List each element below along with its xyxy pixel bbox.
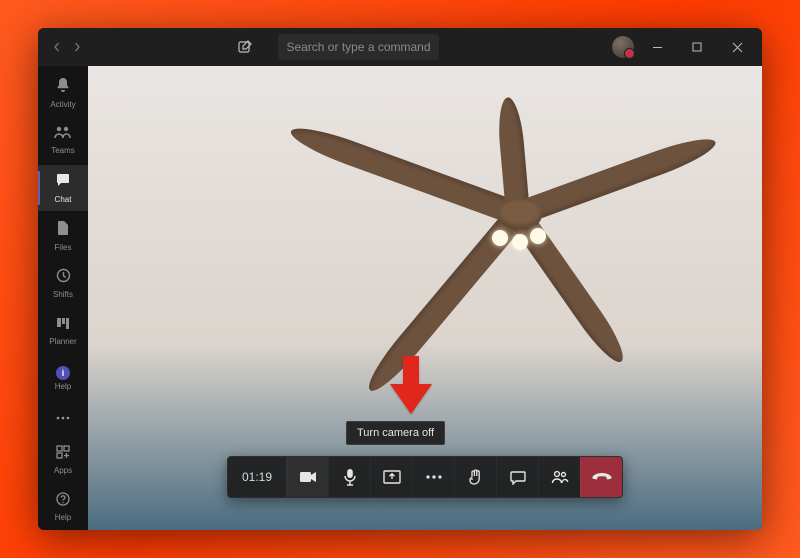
sidebar-item-label: Chat: [55, 196, 72, 204]
sidebar-item-label: Shifts: [53, 291, 73, 299]
call-video-area: Turn camera off 01:19: [88, 66, 762, 530]
search-input[interactable]: Search or type a command: [278, 34, 439, 60]
compose-icon[interactable]: [236, 38, 254, 56]
help-dot-icon: i: [56, 366, 70, 380]
participants-button[interactable]: [538, 457, 580, 497]
siderail: Activity Teams Chat Files: [38, 66, 88, 530]
more-actions-button[interactable]: [412, 457, 454, 497]
teams-people-icon: [54, 125, 72, 144]
maximize-button[interactable]: [680, 33, 714, 61]
people-icon: [551, 470, 569, 484]
mic-toggle-button[interactable]: [328, 457, 370, 497]
titlebar: Search or type a command: [38, 28, 762, 66]
hangup-button[interactable]: [580, 457, 622, 497]
teams-app-window: Search or type a command Activity: [38, 28, 762, 530]
sidebar-item-help-top[interactable]: i Help: [38, 355, 88, 401]
sidebar-item-label: Help: [55, 514, 71, 522]
sidebar-item-teams[interactable]: Teams: [38, 118, 88, 164]
sidebar-item-help-bottom[interactable]: Help: [38, 484, 88, 530]
sidebar-item-activity[interactable]: Activity: [38, 70, 88, 116]
share-screen-button[interactable]: [370, 457, 412, 497]
sidebar-item-label: Files: [55, 244, 72, 252]
tooltip-text: Turn camera off: [357, 427, 434, 439]
close-button[interactable]: [720, 33, 754, 61]
raise-hand-button[interactable]: [454, 457, 496, 497]
sidebar-item-label: Help: [55, 383, 71, 391]
sidebar-item-planner[interactable]: Planner: [38, 308, 88, 354]
minimize-button[interactable]: [640, 33, 674, 61]
sidebar-item-files[interactable]: Files: [38, 213, 88, 259]
sidebar-item-label: Activity: [50, 101, 75, 109]
camera-toggle-button[interactable]: [286, 457, 328, 497]
chat-icon: [510, 470, 526, 485]
sidebar-item-label: Apps: [54, 467, 72, 475]
hangup-icon: [592, 472, 612, 482]
sidebar-more-icon[interactable]: [38, 403, 88, 433]
forward-button[interactable]: [70, 40, 84, 54]
tooltip: Turn camera off: [346, 421, 445, 445]
avatar[interactable]: [612, 36, 634, 58]
chat-button[interactable]: [496, 457, 538, 497]
sidebar-item-label: Planner: [49, 338, 77, 346]
call-timer: 01:19: [228, 457, 286, 497]
more-icon: [426, 475, 442, 479]
sidebar-item-apps[interactable]: Apps: [38, 437, 88, 483]
app-body: Activity Teams Chat Files: [38, 66, 762, 530]
apps-icon: [56, 445, 70, 464]
back-button[interactable]: [50, 40, 64, 54]
mic-icon: [343, 468, 357, 486]
sidebar-item-label: Teams: [51, 147, 75, 155]
clock-icon: [56, 268, 71, 288]
bell-icon: [55, 77, 71, 98]
call-control-bar: 01:19: [227, 456, 623, 498]
planner-icon: [56, 316, 70, 335]
sidebar-item-shifts[interactable]: Shifts: [38, 260, 88, 306]
help-icon: [56, 492, 70, 511]
raise-hand-icon: [468, 469, 483, 486]
chat-icon: [55, 172, 71, 193]
camera-icon: [299, 470, 317, 484]
share-screen-icon: [383, 470, 401, 484]
annotation-arrow-icon: [390, 356, 432, 419]
file-icon: [56, 220, 70, 241]
sidebar-item-chat[interactable]: Chat: [38, 165, 88, 211]
search-placeholder: Search or type a command: [286, 40, 430, 54]
ceiling-fan-graphic: [518, 214, 519, 215]
